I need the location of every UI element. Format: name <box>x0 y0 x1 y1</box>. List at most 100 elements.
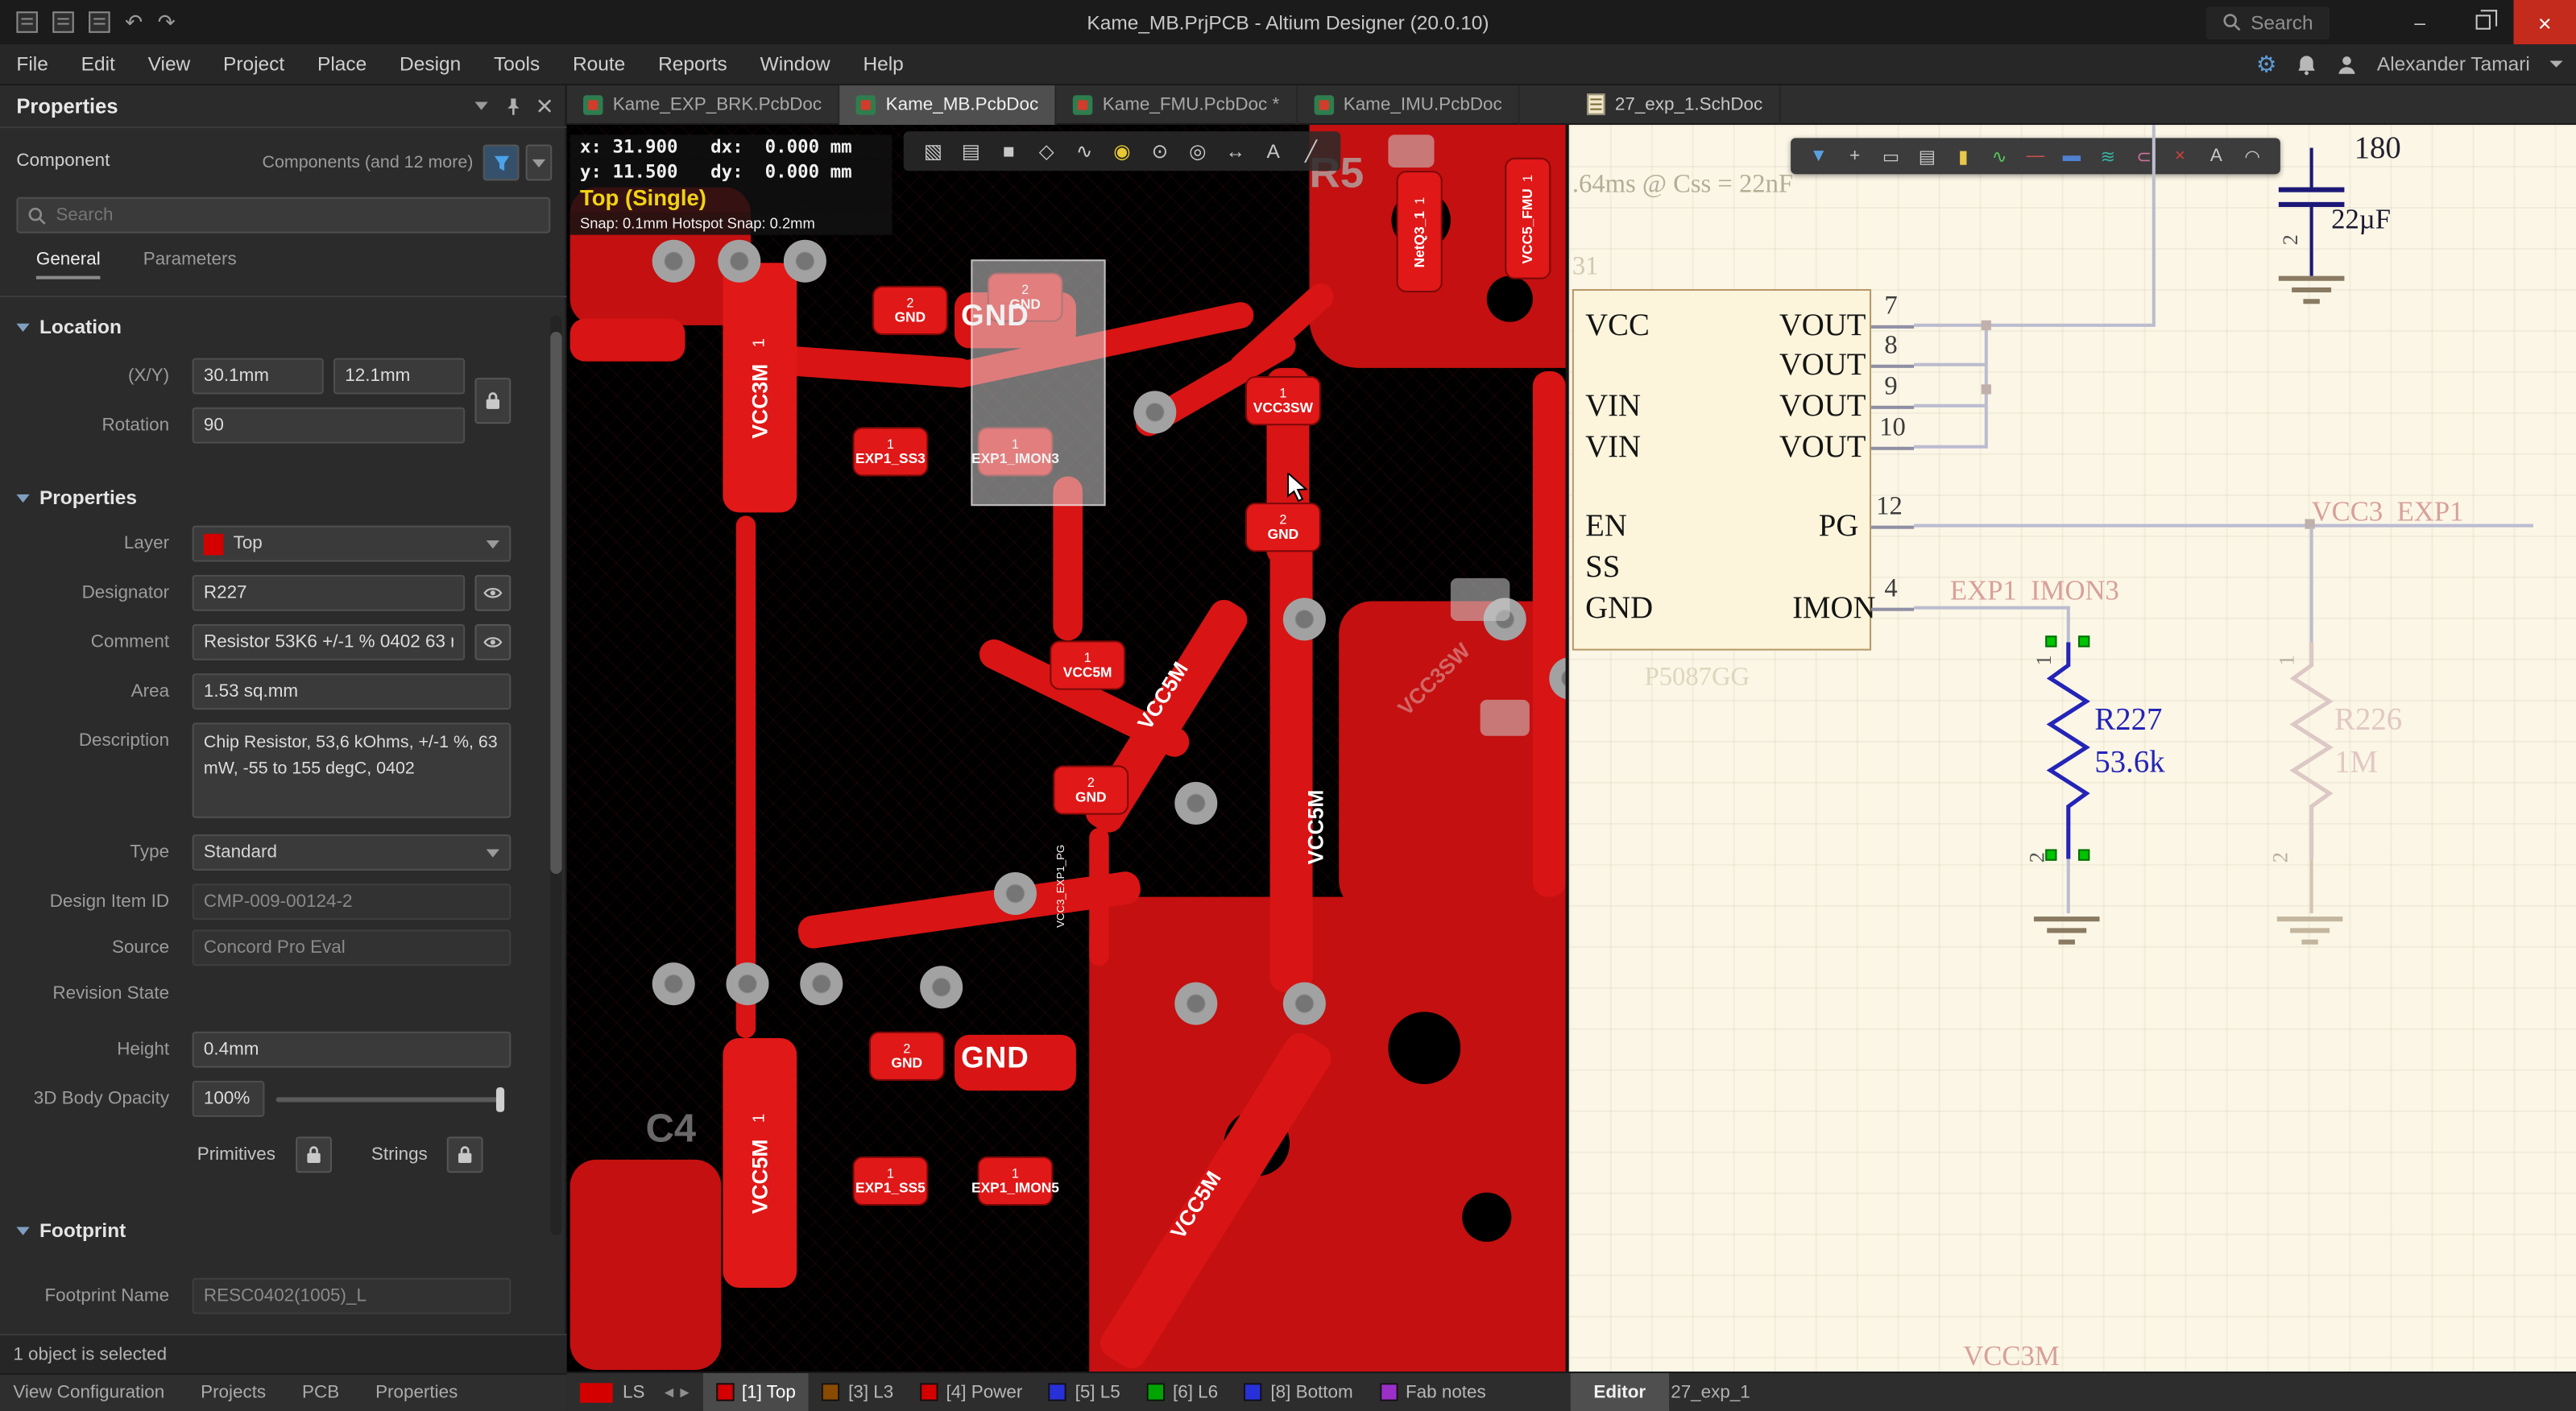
pad-exp1-ss3[interactable]: 1EXP1_SS3 <box>853 427 929 476</box>
panel-search-input[interactable] <box>56 205 516 225</box>
pad-gnd[interactable]: 2GND <box>1053 765 1129 814</box>
pad-netq3-1[interactable]: NetQ3_11 <box>1397 171 1443 292</box>
redo-icon[interactable]: ↷ <box>158 9 176 35</box>
filter-icon[interactable]: ▼ <box>1804 147 1833 166</box>
area-field[interactable] <box>193 673 511 710</box>
user-menu-caret-icon[interactable] <box>2549 60 2562 67</box>
save-icon[interactable] <box>89 11 110 33</box>
pad-vcc3sw[interactable]: 1VCC3SW <box>1245 376 1321 425</box>
designator-visibility-button[interactable] <box>474 575 511 611</box>
layer-select[interactable]: Top <box>193 526 511 562</box>
menu-file[interactable]: File <box>0 43 64 85</box>
resistor-r227-symbol[interactable] <box>2042 642 2094 859</box>
notifications-bell-icon[interactable] <box>2296 53 2316 75</box>
route-icon[interactable]: ∿ <box>1071 139 1098 163</box>
pad-exp1-ss5[interactable]: 1EXP1_SS5 <box>853 1157 929 1206</box>
undo-icon[interactable]: ↶ <box>125 9 143 35</box>
pad-gnd[interactable]: 2GND <box>1245 503 1321 552</box>
filter-button[interactable] <box>483 144 520 180</box>
opacity-field[interactable] <box>193 1081 265 1117</box>
tab-pcb[interactable]: PCB <box>302 1383 339 1402</box>
solid-region-icon[interactable]: ■ <box>996 139 1022 163</box>
menu-help[interactable]: Help <box>847 43 920 85</box>
menu-reports[interactable]: Reports <box>642 43 744 85</box>
via[interactable] <box>800 962 843 1005</box>
comment-field[interactable] <box>193 624 466 660</box>
editor-tab[interactable]: Editor <box>1571 1373 1669 1411</box>
global-search[interactable]: Search <box>2206 6 2330 39</box>
lock-position-button[interactable] <box>474 378 511 424</box>
opacity-slider-track[interactable] <box>276 1097 503 1102</box>
menu-view[interactable]: View <box>131 43 206 85</box>
description-field[interactable]: Chip Resistor, 53,6 kOhms, +/-1 %, 63 mW… <box>193 722 511 817</box>
pcb-editor-view[interactable]: VCC3M1 VCC5M1 2GND 1EXP1_SS3 1EXP1_IMON3… <box>567 125 1566 1372</box>
via[interactable] <box>994 872 1037 915</box>
via[interactable] <box>1283 983 1326 1025</box>
tab-projects[interactable]: Projects <box>201 1383 266 1402</box>
layer-tab-l6[interactable]: [6] L6 <box>1133 1372 1231 1411</box>
r227-designator[interactable]: R227 <box>2094 703 2162 739</box>
r227-value[interactable]: 53.6k <box>2094 746 2164 782</box>
selection-handle[interactable] <box>2078 849 2089 860</box>
tab-general[interactable]: General <box>36 250 101 279</box>
section-properties[interactable]: Properties <box>16 486 137 510</box>
layer-tab-top[interactable]: [1] Top <box>702 1372 809 1411</box>
filter-dropdown-button[interactable] <box>526 144 553 180</box>
resistor-r226-symbol[interactable] <box>2285 642 2338 859</box>
panel-menu-icon[interactable] <box>474 101 487 110</box>
selected-component-highlight[interactable] <box>971 259 1105 506</box>
selection-handle[interactable] <box>2045 635 2056 647</box>
harness-icon[interactable]: ≋ <box>2093 145 2123 167</box>
pad-exp1-imon5[interactable]: 1EXP1_IMON5 <box>978 1157 1054 1206</box>
line-icon[interactable]: ╱ <box>1298 139 1324 163</box>
primitives-lock-button[interactable] <box>296 1136 332 1173</box>
string-icon[interactable]: A <box>1260 139 1286 163</box>
open-document-icon[interactable] <box>52 11 74 33</box>
via[interactable] <box>652 962 695 1005</box>
tab-view-configuration[interactable]: View Configuration <box>13 1383 164 1402</box>
close-button[interactable]: × <box>2513 0 2576 44</box>
menu-project[interactable]: Project <box>207 43 301 85</box>
menu-edit[interactable]: Edit <box>64 43 131 85</box>
next-layer-arrow-icon[interactable]: ▸ <box>680 1381 689 1403</box>
rotation-field[interactable] <box>193 408 466 444</box>
tab-parameters[interactable]: Parameters <box>143 250 237 279</box>
via[interactable] <box>652 240 695 283</box>
via[interactable] <box>726 962 768 1005</box>
layer-tab-bottom[interactable]: [8] Bottom <box>1231 1372 1366 1411</box>
doc-tab-27-exp-1[interactable]: 27_exp_1.SchDoc <box>1571 85 1781 124</box>
blanket-icon[interactable]: ▬ <box>2057 147 2087 166</box>
menu-window[interactable]: Window <box>743 43 847 85</box>
select-area-icon[interactable]: ▧ <box>920 139 946 163</box>
note-icon[interactable]: ▮ <box>1949 145 1978 167</box>
type-select[interactable]: Standard <box>193 834 511 871</box>
text-icon[interactable]: A <box>2201 147 2231 166</box>
highlight-icon[interactable]: ◉ <box>1109 139 1136 163</box>
arc-icon[interactable]: ◠ <box>2238 145 2267 167</box>
ls-button[interactable]: LS <box>623 1382 644 1401</box>
via-icon[interactable]: ◎ <box>1185 139 1211 163</box>
doc-tab-kame-imu[interactable]: Kame_IMU.PcbDoc <box>1298 85 1521 124</box>
via[interactable] <box>1283 598 1326 640</box>
y-coordinate-field[interactable] <box>333 358 465 395</box>
via[interactable] <box>1133 391 1176 433</box>
doc-tab-kame-fmu[interactable]: Kame_FMU.PcbDoc * <box>1057 85 1298 124</box>
prev-layer-arrow-icon[interactable]: ◂ <box>665 1381 673 1403</box>
via[interactable] <box>784 240 826 283</box>
opacity-slider-handle[interactable] <box>496 1087 504 1112</box>
tab-properties[interactable]: Properties <box>375 1383 458 1402</box>
pad-icon[interactable]: ⊙ <box>1147 139 1174 163</box>
doc-tab-kame-exp-brk[interactable]: Kame_EXP_BRK.PcbDoc <box>567 85 840 124</box>
menu-place[interactable]: Place <box>301 43 383 85</box>
settings-gear-icon[interactable]: ⚙ <box>2256 50 2277 78</box>
via[interactable] <box>920 966 963 1008</box>
doc-tab-kame-mb[interactable]: Kame_MB.PcbDoc <box>840 85 1057 124</box>
restore-button[interactable] <box>2451 0 2514 44</box>
layer-tab-fab-notes[interactable]: Fab notes <box>1366 1372 1499 1411</box>
bus-icon[interactable]: ― <box>2021 147 2051 166</box>
pad-vcc5-fmu[interactable]: VCC5_FMU1 <box>1505 158 1551 279</box>
crosshair-icon[interactable]: + <box>1840 147 1870 166</box>
via[interactable] <box>718 240 760 283</box>
x-coordinate-field[interactable] <box>193 358 324 395</box>
designator-field[interactable] <box>193 575 466 611</box>
